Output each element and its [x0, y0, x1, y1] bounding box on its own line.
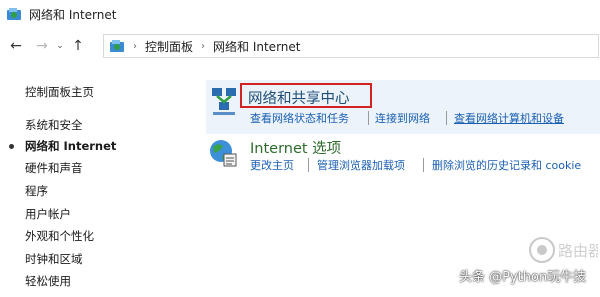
forward-button[interactable]: → — [33, 38, 51, 54]
sidebar-item-clock-region[interactable]: 时钟和区域 — [25, 251, 83, 267]
link-divider — [308, 158, 309, 172]
up-button[interactable]: ↑ — [69, 38, 87, 54]
breadcrumb-control-panel[interactable]: 控制面板 — [145, 38, 193, 55]
sidebar-item-network-internet[interactable]: 网络和 Internet — [25, 138, 116, 154]
sidebar-item-appearance[interactable]: 外观和个性化 — [25, 228, 94, 244]
link-divider — [368, 111, 369, 125]
watermark-logo-text: 路由器 — [558, 242, 598, 260]
breadcrumb-separator[interactable]: › — [201, 41, 205, 52]
network-sharing-icon — [212, 88, 236, 115]
title-bar: 网络和 Internet — [0, 0, 600, 28]
link-divider — [446, 111, 447, 125]
change-homepage-link[interactable]: 更改主页 — [250, 157, 294, 173]
link-divider — [423, 158, 424, 172]
internet-options-icon — [210, 140, 237, 167]
sidebar-item-system-security[interactable]: 系统和安全 — [25, 117, 83, 133]
watermark-text: 头条 @Python玩牛技 — [459, 270, 587, 285]
sidebar-item-programs[interactable]: 程序 — [25, 183, 48, 199]
delete-history-link[interactable]: 删除浏览的历史记录和 cookie — [432, 157, 581, 173]
back-button[interactable]: ← — [7, 38, 25, 54]
address-bar[interactable]: › 控制面板 › 网络和 Internet — [103, 34, 599, 58]
internet-options-link[interactable]: Internet 选项 — [250, 137, 341, 158]
sidebar-item-user-accounts[interactable]: 用户帐户 — [25, 206, 71, 222]
view-network-computers-link[interactable]: 查看网络计算机和设备 — [454, 110, 564, 126]
network-folder-icon — [110, 40, 124, 52]
connect-to-network-link[interactable]: 连接到网络 — [375, 110, 430, 126]
view-network-status-link[interactable]: 查看网络状态和任务 — [250, 110, 349, 126]
network-sharing-center-link[interactable]: 网络和共享中心 — [248, 87, 350, 108]
active-item-bullet — [9, 144, 14, 149]
sidebar-item-ease-of-access[interactable]: 轻松使用 — [25, 273, 71, 289]
navigation-bar: ← → ⌄ ↑ › 控制面板 › 网络和 Internet — [0, 32, 600, 60]
network-folder-icon — [7, 8, 21, 20]
sidebar-item-control-panel-home[interactable]: 控制面板主页 — [25, 84, 94, 100]
sidebar-item-hardware-sound[interactable]: 硬件和声音 — [25, 160, 83, 176]
breadcrumb-separator[interactable]: › — [133, 41, 137, 52]
window-title: 网络和 Internet — [29, 7, 117, 22]
router-watermark-logo: 路由器 — [529, 237, 598, 263]
recent-locations-button[interactable]: ⌄ — [54, 41, 66, 51]
manage-addons-link[interactable]: 管理浏览器加载项 — [317, 157, 405, 173]
sidebar: 控制面板主页 系统和安全 网络和 Internet 硬件和声音 程序 用户帐户 … — [0, 74, 200, 297]
breadcrumb-network-internet[interactable]: 网络和 Internet — [213, 38, 300, 55]
